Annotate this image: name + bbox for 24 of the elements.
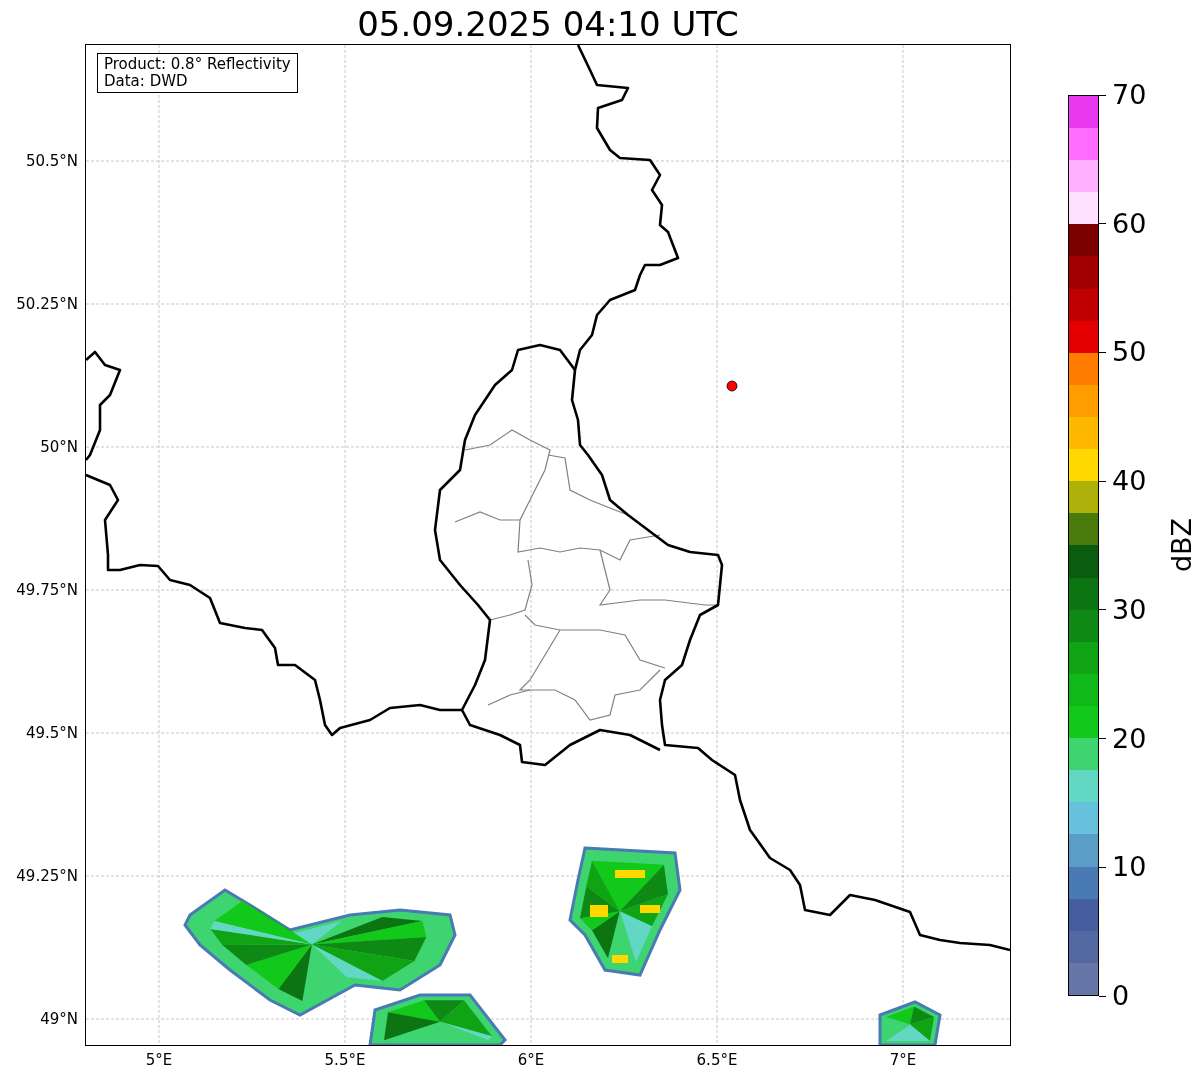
y-tick-label: 50.5°N bbox=[25, 150, 78, 172]
x-tick-label: 6°E bbox=[517, 1050, 545, 1071]
colorbar-tick-label: 30 bbox=[1112, 594, 1147, 625]
x-tick-label: 7°E bbox=[889, 1050, 917, 1071]
y-tick-label: 49.75°N bbox=[16, 579, 78, 601]
x-tick-label: 5°E bbox=[145, 1050, 173, 1071]
colorbar-label: dBZ bbox=[1167, 517, 1198, 573]
chart-title: 05.09.2025 04:10 UTC bbox=[357, 3, 739, 45]
x-tick-label: 5.5°E bbox=[324, 1050, 366, 1071]
info-box: Product: 0.8° Reflectivity Data: DWD bbox=[97, 53, 298, 93]
colorbar-tick-label: 0 bbox=[1112, 981, 1130, 1011]
colorbar-tick-label: 20 bbox=[1112, 723, 1147, 754]
colorbar-tick-label: 70 bbox=[1112, 80, 1147, 110]
colorbar-tick-label: 60 bbox=[1112, 208, 1147, 239]
y-tick-label: 49.5°N bbox=[25, 722, 78, 744]
y-tick-label: 50.25°N bbox=[16, 293, 78, 315]
colorbar-tick-label: 50 bbox=[1112, 337, 1147, 368]
x-tick-label: 6.5°E bbox=[696, 1050, 738, 1071]
y-tick-label: 49.25°N bbox=[16, 865, 78, 887]
colorbar-tick-label: 40 bbox=[1112, 466, 1147, 497]
y-tick-label: 49°N bbox=[40, 1008, 78, 1030]
radar-echo-drawing bbox=[878, 1000, 942, 1045]
y-tick-label: 50°N bbox=[40, 436, 78, 458]
colorbar-tick-label: 10 bbox=[1112, 852, 1147, 883]
